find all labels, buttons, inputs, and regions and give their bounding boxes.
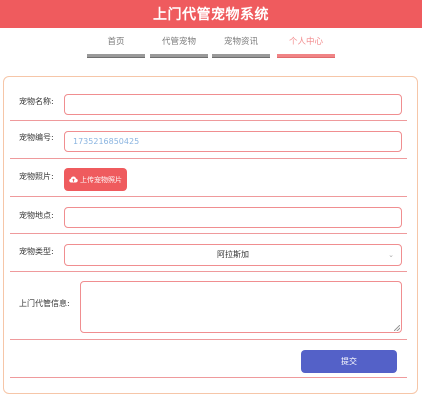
nav-tab-underline [212,54,270,58]
pet-name-label: 宠物名称: [19,97,54,106]
row-divider [10,233,407,234]
pet-type-selected-value: 阿拉斯加 [217,250,249,259]
care-info-textarea[interactable] [80,281,402,333]
nav-tab-underline [277,54,335,58]
row-divider [10,271,407,272]
pet-number-input[interactable]: 1735216850425 [64,131,402,152]
cloud-upload-icon [69,176,78,183]
nav-tab-underline [150,54,208,58]
nav-tab-home[interactable]: 首页 [87,36,145,58]
main-nav: 首页 代管宠物 宠物资讯 个人中心 [0,36,422,58]
pet-photo-label: 宠物照片: [19,172,54,181]
nav-tab-profile[interactable]: 个人中心 [277,36,335,58]
pet-type-label: 宠物类型: [19,247,54,256]
submit-button[interactable]: 提交 [301,350,397,373]
upload-photo-button-label: 上传宠物照片 [80,175,122,184]
nav-tab-label: 个人中心 [288,37,323,47]
row-divider [10,377,407,378]
page-title: 上门代管宠物系统 [153,7,269,23]
form-card [3,76,418,394]
pet-type-select[interactable]: 阿拉斯加 ⌄ [64,244,402,266]
app-header: 上门代管宠物系统 [0,0,422,28]
submit-button-label: 提交 [341,357,357,366]
nav-tab-label: 首页 [107,37,125,47]
pet-location-label: 宠物地点: [19,211,54,220]
nav-tab-underline [87,54,145,58]
upload-photo-button[interactable]: 上传宠物照片 [64,168,127,191]
resize-grip-icon[interactable] [394,325,400,331]
row-divider [10,120,407,121]
nav-tab-pet-news[interactable]: 宠物资讯 [212,36,270,58]
row-divider [10,339,407,340]
nav-tab-pet-care[interactable]: 代管宠物 [150,36,208,58]
nav-tab-label: 宠物资讯 [223,37,258,47]
row-divider [10,196,407,197]
pet-number-label: 宠物编号: [19,133,54,142]
nav-tab-label: 代管宠物 [161,37,196,47]
pet-name-input[interactable] [64,94,402,115]
care-info-label: 上门代管信息: [19,299,70,308]
pet-location-input[interactable] [64,207,402,228]
row-divider [10,158,407,159]
chevron-down-icon: ⌄ [388,251,394,259]
